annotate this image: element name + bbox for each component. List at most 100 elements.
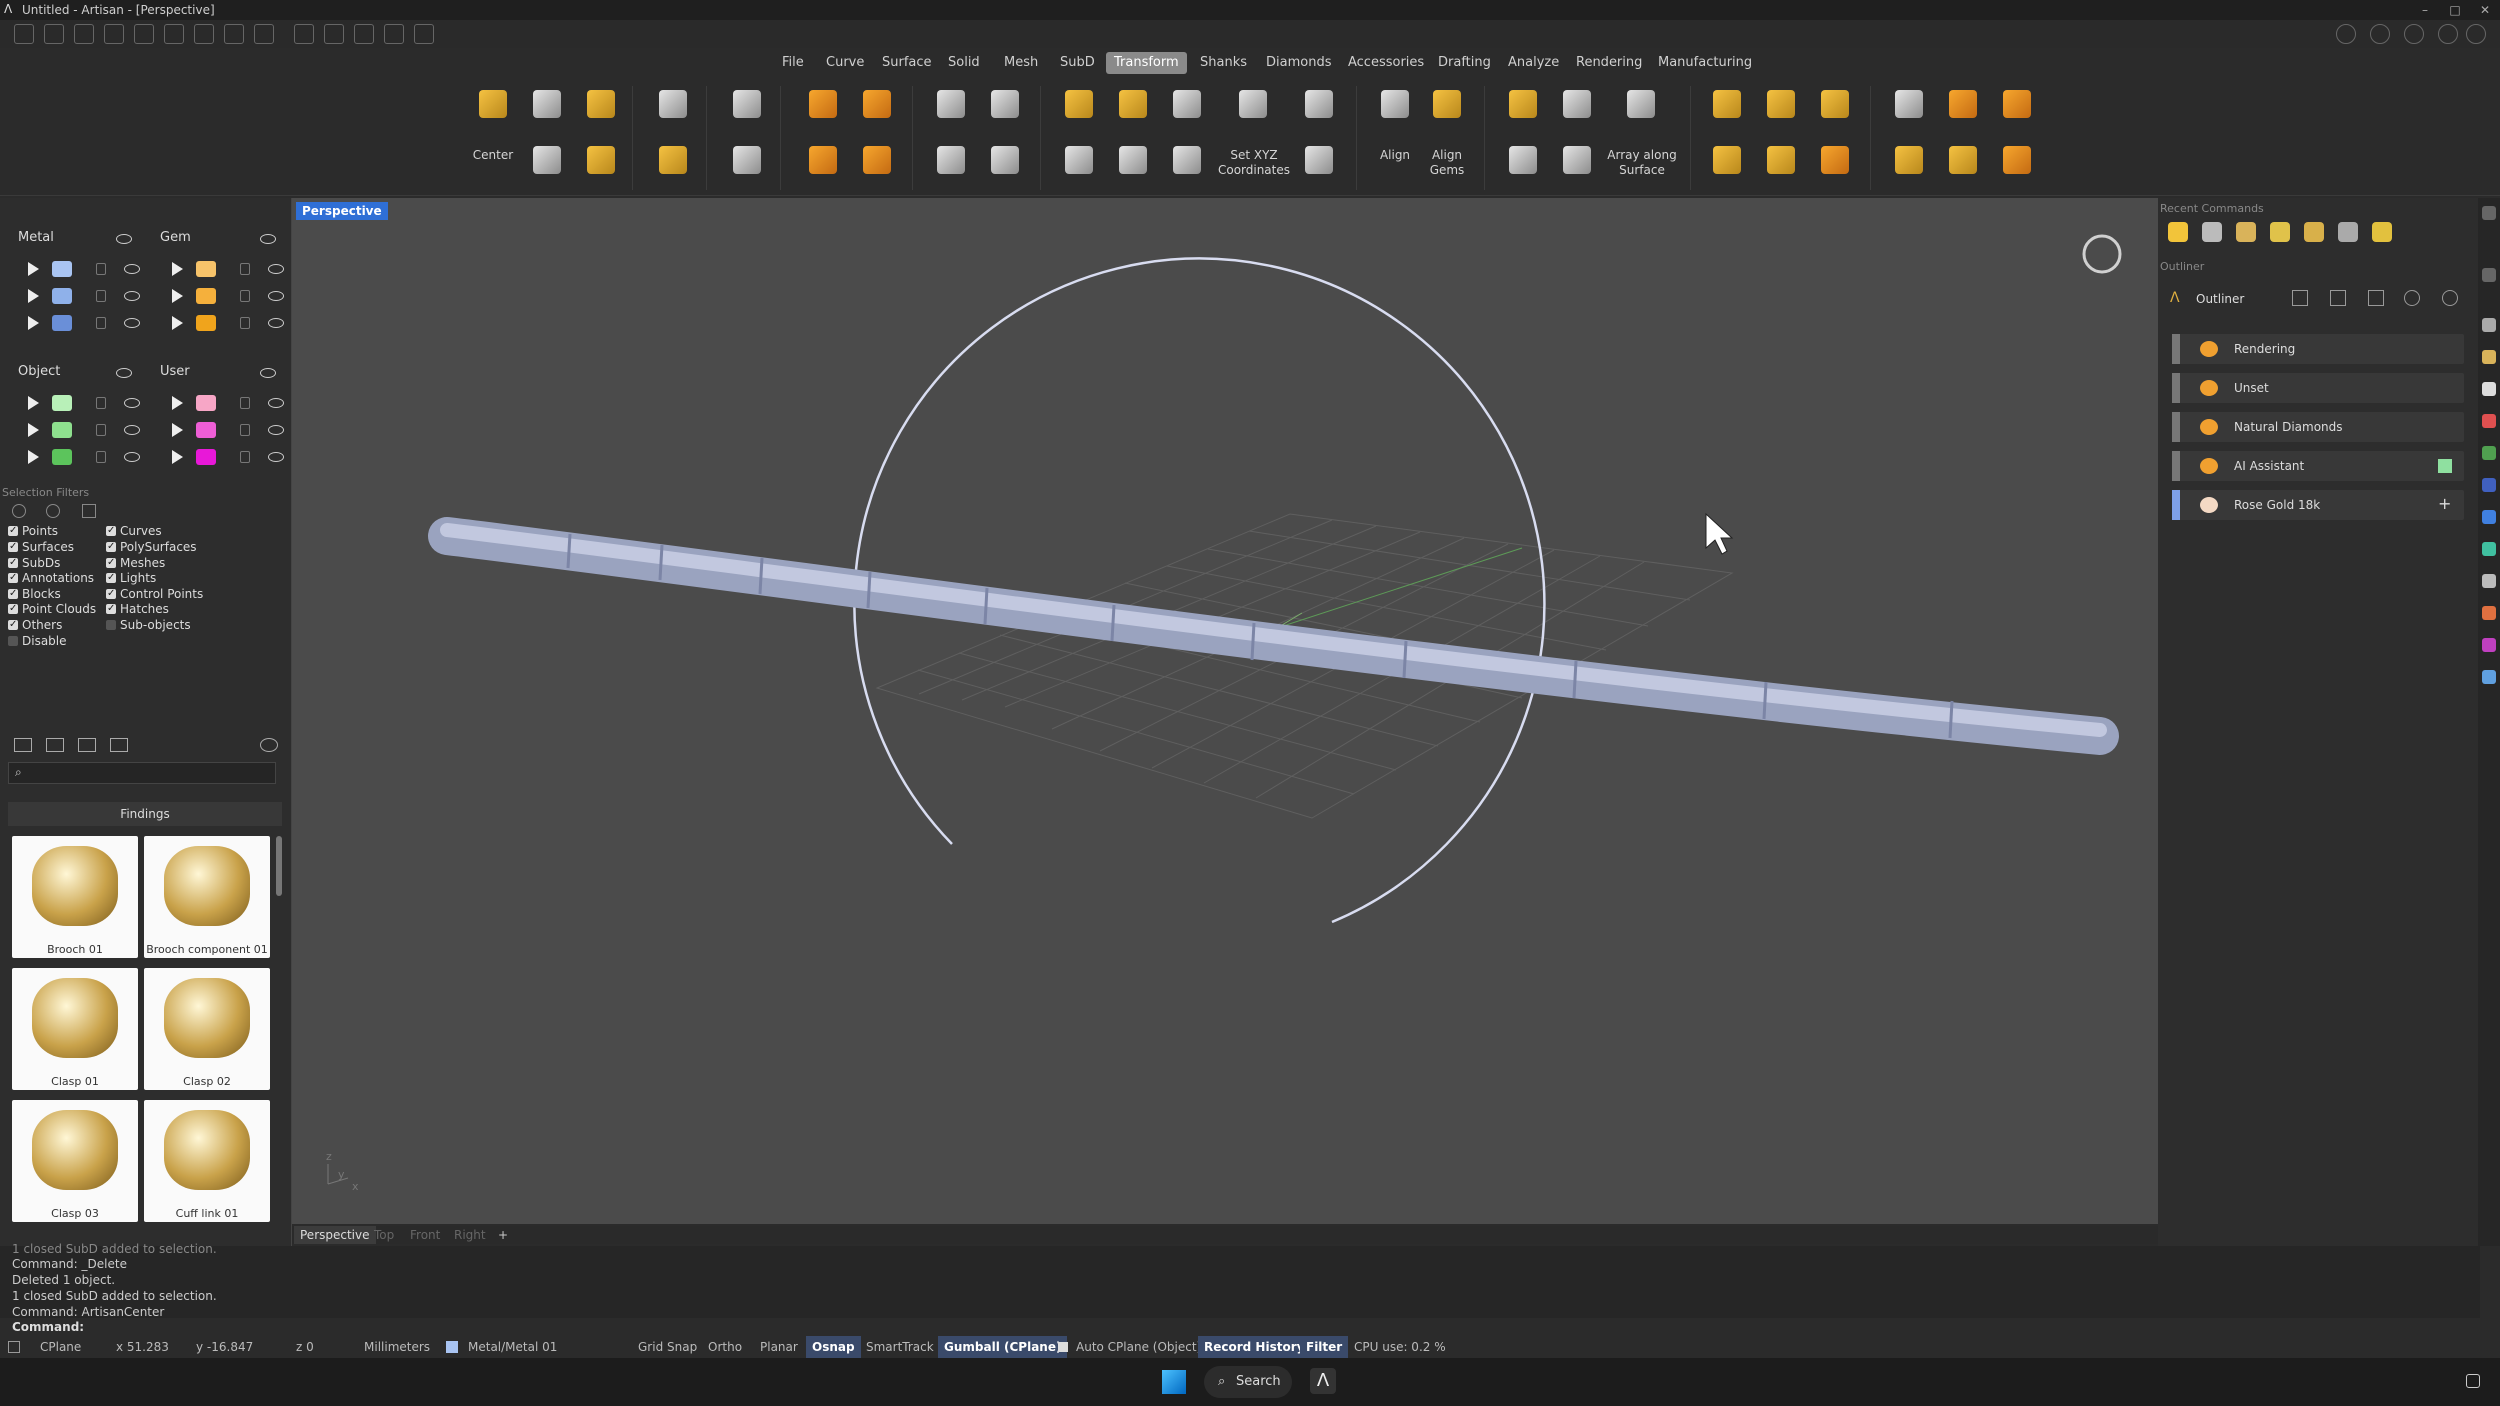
layer-swatch[interactable] [196,449,216,465]
menu-manufacturing[interactable]: Manufacturing [1650,52,1760,74]
bend-button[interactable] [1758,82,1804,136]
filter-others-checkbox[interactable]: Others [8,617,62,633]
panel-icon[interactable] [2482,446,2496,460]
panel-icon[interactable] [2482,510,2496,524]
undo-icon[interactable] [134,24,154,44]
tool-icon[interactable] [354,24,374,44]
panel-icon[interactable] [2482,318,2496,332]
eye-icon[interactable] [268,318,284,328]
filter-lights-checkbox[interactable]: Lights [106,570,156,586]
recent-command-icon[interactable] [2304,222,2324,242]
settings-icon[interactable] [2482,206,2496,220]
layer-row[interactable] [156,258,296,280]
deform-button[interactable] [1704,82,1750,136]
eye-icon[interactable] [268,264,284,274]
windows-start-icon[interactable] [1162,1370,1186,1394]
import-icon[interactable] [78,738,96,752]
library-scrollbar[interactable] [276,836,282,896]
layer-row[interactable] [156,446,296,468]
point-2-button[interactable] [1110,138,1156,192]
play-icon[interactable] [172,262,183,276]
play-icon[interactable] [172,450,183,464]
play-icon[interactable] [172,396,183,410]
layer-row[interactable] [12,446,152,468]
eye-icon[interactable] [124,452,140,462]
new-template-icon[interactable] [44,24,64,44]
filter-icon[interactable] [12,504,26,518]
filter-icon[interactable] [46,504,60,518]
eye-icon[interactable] [268,291,284,301]
menu-analyze[interactable]: Analyze [1500,52,1567,74]
array-grid-button[interactable] [1500,138,1546,192]
layer-swatch[interactable] [52,315,72,331]
new-file-icon[interactable] [14,24,34,44]
filter-meshes-checkbox[interactable]: Meshes [106,555,165,571]
outliner-row-rose-gold[interactable]: Rose Gold 18k + [2172,490,2464,520]
taskbar-search[interactable]: ⌕ Search [1204,1366,1292,1398]
panel-icon[interactable] [2482,350,2496,364]
align-gems-button[interactable] [1424,82,1470,136]
play-icon[interactable] [172,423,183,437]
layer-row[interactable] [156,392,296,414]
tool-icon[interactable] [324,24,344,44]
edit-icon[interactable] [2368,290,2384,306]
outliner-row-unset[interactable]: Unset [2172,373,2464,403]
array-along-surface-button[interactable] [1618,82,1664,136]
filter-points-checkbox[interactable]: Points [8,523,58,539]
menu-surface[interactable]: Surface [874,52,940,74]
rotate-button[interactable] [578,82,624,136]
scale-1d-button[interactable] [650,138,696,192]
menu-transform[interactable]: Transform [1106,52,1187,74]
pick-icon[interactable] [2292,290,2308,306]
filter-polysurfaces-checkbox[interactable]: PolySurfaces [106,539,197,555]
outliner-row-rendering[interactable]: Rendering [2172,334,2464,364]
units-label[interactable]: Millimeters [358,1336,436,1358]
layer-swatch[interactable] [196,288,216,304]
recent-command-icon[interactable] [2372,222,2392,242]
info-icon[interactable] [2370,24,2390,44]
library-item[interactable]: Brooch 01 [12,836,138,958]
orient-button[interactable] [724,82,770,136]
line-button[interactable] [1164,138,1210,192]
help-icon[interactable] [2336,24,2356,44]
grid-snap-toggle[interactable]: Grid Snap [632,1336,703,1358]
filter-hatches-checkbox[interactable]: Hatches [106,601,169,617]
outliner-row-ai-assistant[interactable]: AI Assistant [2172,451,2464,481]
scale-button[interactable] [650,82,696,136]
smarttrack-toggle[interactable]: SmartTrack [860,1336,940,1358]
twist-2-button[interactable] [1812,138,1858,192]
tool-icon[interactable] [294,24,314,44]
open-folder-icon[interactable] [104,24,124,44]
bend-2-button[interactable] [1758,138,1804,192]
array-curve-button[interactable] [1554,138,1600,192]
layer-swatch[interactable] [52,288,72,304]
align-button[interactable] [1372,82,1418,136]
array-button[interactable] [1500,82,1546,136]
play-icon[interactable] [172,316,183,330]
lock-icon[interactable] [240,317,250,329]
menu-curve[interactable]: Curve [818,52,872,74]
redo-icon[interactable] [164,24,184,44]
library-item[interactable]: Brooch component 01 [144,836,270,958]
library-category-dropdown[interactable]: Findings [8,802,282,826]
center-button[interactable] [470,82,516,136]
splop-2-button[interactable] [1994,138,2040,192]
filter-disable-checkbox[interactable]: Disable [8,634,67,649]
eye-icon[interactable] [124,425,140,435]
auto-cplane-checkbox[interactable] [1058,1342,1068,1352]
drag-button[interactable] [1164,82,1210,136]
deform-2-button[interactable] [1704,138,1750,192]
library-item[interactable]: Cuff link 01 [144,1100,270,1222]
help-icon[interactable] [2442,290,2458,306]
menu-file[interactable]: File [774,52,812,74]
lock-icon[interactable] [240,290,250,302]
twist-button[interactable] [1812,82,1858,136]
flow-3-button[interactable] [1940,138,1986,192]
filter-control-points-checkbox[interactable]: Control Points [106,586,203,602]
osnap-toggle[interactable]: Osnap [806,1336,861,1358]
auto-cplane-toggle[interactable]: Auto CPlane (Object) [1070,1336,1207,1358]
panel-icon[interactable] [2482,414,2496,428]
eye-icon[interactable] [268,425,284,435]
settings-icon[interactable] [2482,268,2496,282]
play-icon[interactable] [172,289,183,303]
